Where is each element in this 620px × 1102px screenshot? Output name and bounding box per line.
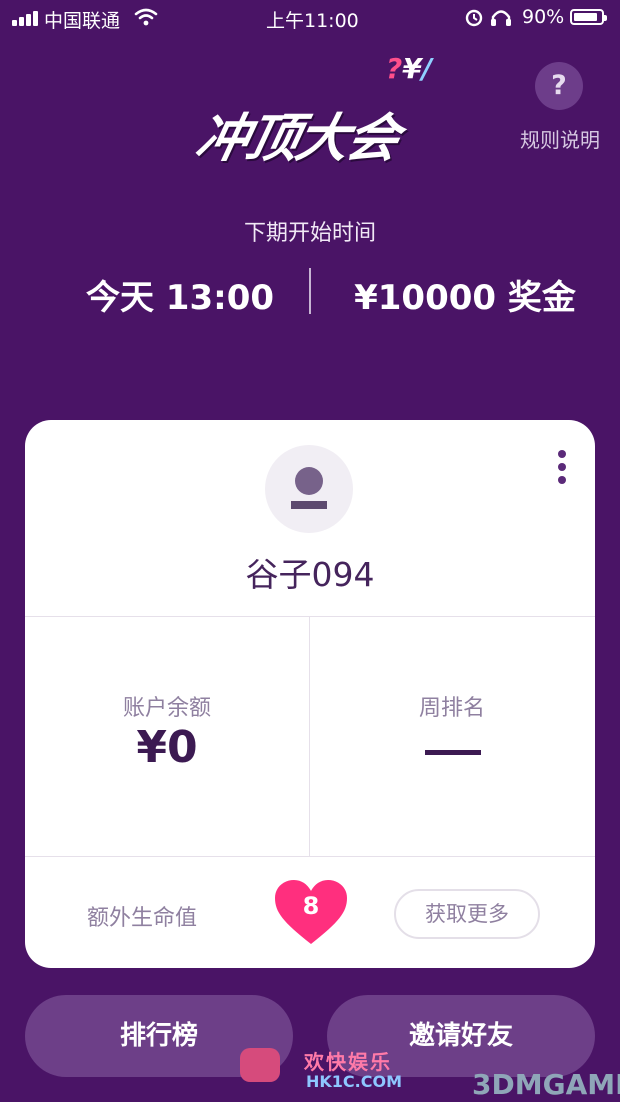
battery-level bbox=[574, 13, 598, 21]
carrier-name: 中国联通 bbox=[44, 10, 121, 32]
signal-icon bbox=[12, 10, 40, 26]
extra-lives-label: 额外生命值 bbox=[87, 906, 198, 931]
weekly-rank-label: 周排名 bbox=[418, 696, 485, 721]
heart-icon: 8 bbox=[273, 878, 349, 948]
watermark-site-name: 欢快娱乐 bbox=[304, 1050, 392, 1074]
profile-card: 谷子094 账户余额 ¥0 周排名 额外生命值 8 获取更多 bbox=[25, 420, 595, 968]
next-game-divider bbox=[309, 268, 311, 314]
weekly-rank-empty[interactable] bbox=[425, 750, 481, 755]
extra-lives-count: 8 bbox=[302, 892, 320, 920]
card-divider-middle bbox=[309, 616, 310, 856]
wifi-icon bbox=[134, 8, 158, 26]
card-divider-top bbox=[25, 616, 595, 617]
rules-label[interactable]: 规则说明 bbox=[500, 124, 620, 153]
balance-label: 账户余额 bbox=[122, 696, 211, 721]
watermark-3dm-logo: 3DMGAME bbox=[472, 1068, 620, 1101]
logo-title: 冲顶大会 bbox=[190, 109, 404, 169]
app-logo: 冲顶大会 ?¥/ bbox=[190, 52, 438, 169]
alarm-headphones-icons bbox=[465, 9, 511, 27]
next-game-label: 下期开始时间 bbox=[243, 221, 376, 246]
battery-icon bbox=[570, 9, 607, 25]
status-time: 上午11:00 bbox=[266, 10, 359, 32]
username: 谷子094 bbox=[245, 555, 375, 594]
battery-percent: 90% bbox=[522, 6, 565, 28]
prize-amount: ¥10000 奖金 bbox=[354, 278, 576, 318]
get-more-button[interactable]: 获取更多 bbox=[394, 889, 540, 939]
watermark-site-url: HK1C.COM bbox=[306, 1072, 403, 1091]
watermark-gamepad-icon bbox=[240, 1048, 280, 1082]
next-game-time: 今天 13:00 bbox=[85, 278, 275, 318]
more-options-icon[interactable] bbox=[557, 450, 567, 488]
card-divider-bottom bbox=[25, 856, 595, 857]
rules-help-button[interactable]: ? bbox=[535, 62, 583, 110]
logo-decoration: ?¥/ bbox=[386, 52, 432, 85]
avatar[interactable] bbox=[265, 445, 353, 533]
balance-value[interactable]: ¥0 bbox=[25, 722, 309, 773]
status-bar: 中国联通 上午11:00 90% bbox=[0, 0, 620, 36]
